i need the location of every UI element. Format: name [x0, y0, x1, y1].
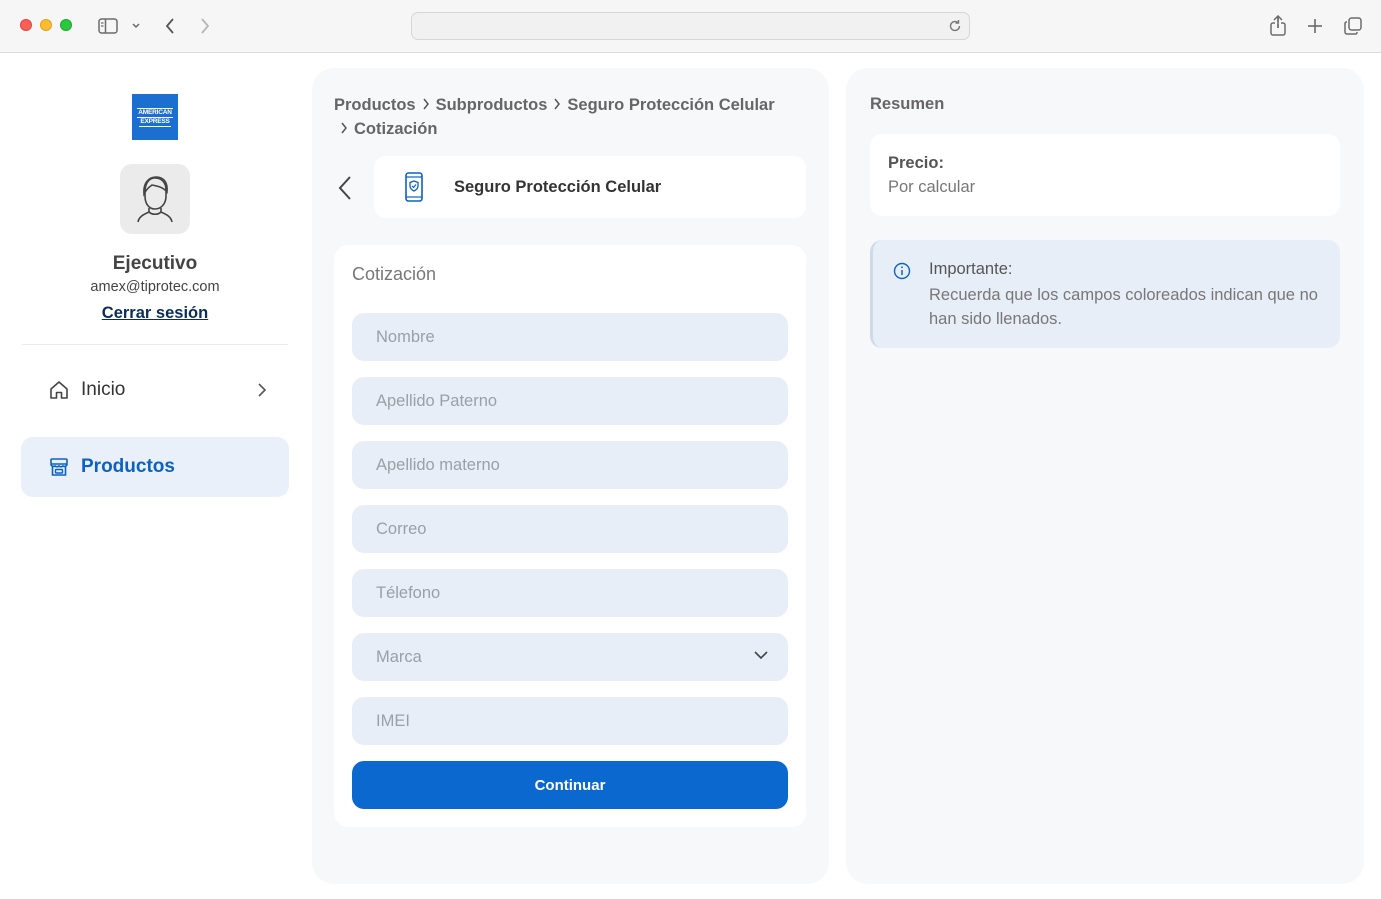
home-icon	[50, 381, 68, 399]
sidebar-item-label: Inicio	[81, 379, 126, 400]
notice-text: Recuerda que los campos coloreados indic…	[929, 286, 1318, 328]
nombre-input[interactable]	[352, 313, 788, 361]
breadcrumb-item-cotizacion: Cotización	[354, 120, 438, 138]
back-nav-icon[interactable]	[158, 14, 182, 38]
reload-icon[interactable]	[947, 18, 963, 34]
chevron-right-icon	[258, 383, 267, 397]
amex-logo: AMERICAN EXPRESS	[132, 94, 178, 140]
chevron-down-icon	[754, 651, 768, 660]
phone-shield-icon	[405, 172, 423, 202]
quote-panel: Productos Subproductos Seguro Protección C…	[312, 68, 829, 884]
chevron-down-icon[interactable]	[126, 14, 146, 38]
browser-toolbar	[0, 0, 1381, 53]
product-name: Seguro Protección Celular	[454, 177, 662, 196]
address-bar[interactable]	[411, 12, 970, 40]
quote-form: Cotización Marca Continuar	[334, 245, 806, 827]
telefono-input[interactable]	[352, 569, 788, 617]
breadcrumb: Productos Subproductos Seguro Protección C…	[334, 93, 814, 141]
chevron-right-icon	[340, 117, 348, 141]
back-button[interactable]	[338, 175, 356, 201]
chevron-right-icon	[553, 93, 561, 117]
sidebar-divider	[22, 344, 288, 345]
apellido-materno-input[interactable]	[352, 441, 788, 489]
notice-title: Importante:	[929, 260, 1013, 278]
maximize-window-button[interactable]	[60, 19, 72, 31]
logout-link[interactable]: Cerrar sesión	[0, 304, 310, 323]
info-icon	[893, 262, 911, 280]
breadcrumb-item-productos[interactable]: Productos	[334, 96, 416, 114]
sidebar-item-productos[interactable]: Productos	[21, 437, 289, 497]
user-avatar-icon	[137, 176, 173, 223]
marca-select-value: Marca	[376, 647, 422, 666]
tab-overview-icon[interactable]	[1341, 14, 1365, 38]
logo-text-line2: EXPRESS	[139, 117, 171, 127]
logo-text-line1: AMERICAN	[137, 107, 173, 118]
marca-select[interactable]: Marca	[352, 633, 788, 681]
sidebar-item-inicio[interactable]: Inicio	[21, 360, 289, 420]
product-card: Seguro Protección Celular	[374, 156, 806, 218]
form-title: Cotización	[352, 264, 437, 284]
chevron-right-icon	[422, 93, 430, 117]
apellido-paterno-input[interactable]	[352, 377, 788, 425]
avatar	[120, 164, 190, 234]
sidebar-toggle-icon[interactable]	[96, 14, 120, 38]
store-icon	[50, 458, 68, 476]
share-icon[interactable]	[1266, 14, 1290, 38]
imei-input[interactable]	[352, 697, 788, 745]
sidebar-item-label: Productos	[81, 456, 175, 477]
price-value: Por calcular	[888, 178, 976, 196]
correo-input[interactable]	[352, 505, 788, 553]
chevron-left-icon	[338, 176, 351, 200]
summary-panel: Resumen Precio: Por calcular Importante:…	[846, 68, 1364, 884]
notice-card: Importante: Recuerda que los campos colo…	[870, 240, 1340, 348]
price-label: Precio:	[888, 154, 944, 172]
user-name: Ejecutivo	[112, 253, 198, 274]
user-email: amex@tiprotec.com	[90, 279, 220, 295]
breadcrumb-item-seguro[interactable]: Seguro Protección Celular	[567, 96, 774, 114]
price-card: Precio: Por calcular	[870, 134, 1340, 216]
minimize-window-button[interactable]	[40, 19, 52, 31]
continue-button[interactable]: Continuar	[352, 761, 788, 809]
new-tab-icon[interactable]	[1303, 14, 1327, 38]
forward-nav-icon[interactable]	[193, 14, 217, 38]
breadcrumb-item-subproductos[interactable]: Subproductos	[436, 96, 548, 114]
sidebar: AMERICAN EXPRESS Ejecutivo amex@tiprotec…	[0, 53, 310, 899]
close-window-button[interactable]	[20, 19, 32, 31]
summary-title: Resumen	[870, 95, 945, 113]
